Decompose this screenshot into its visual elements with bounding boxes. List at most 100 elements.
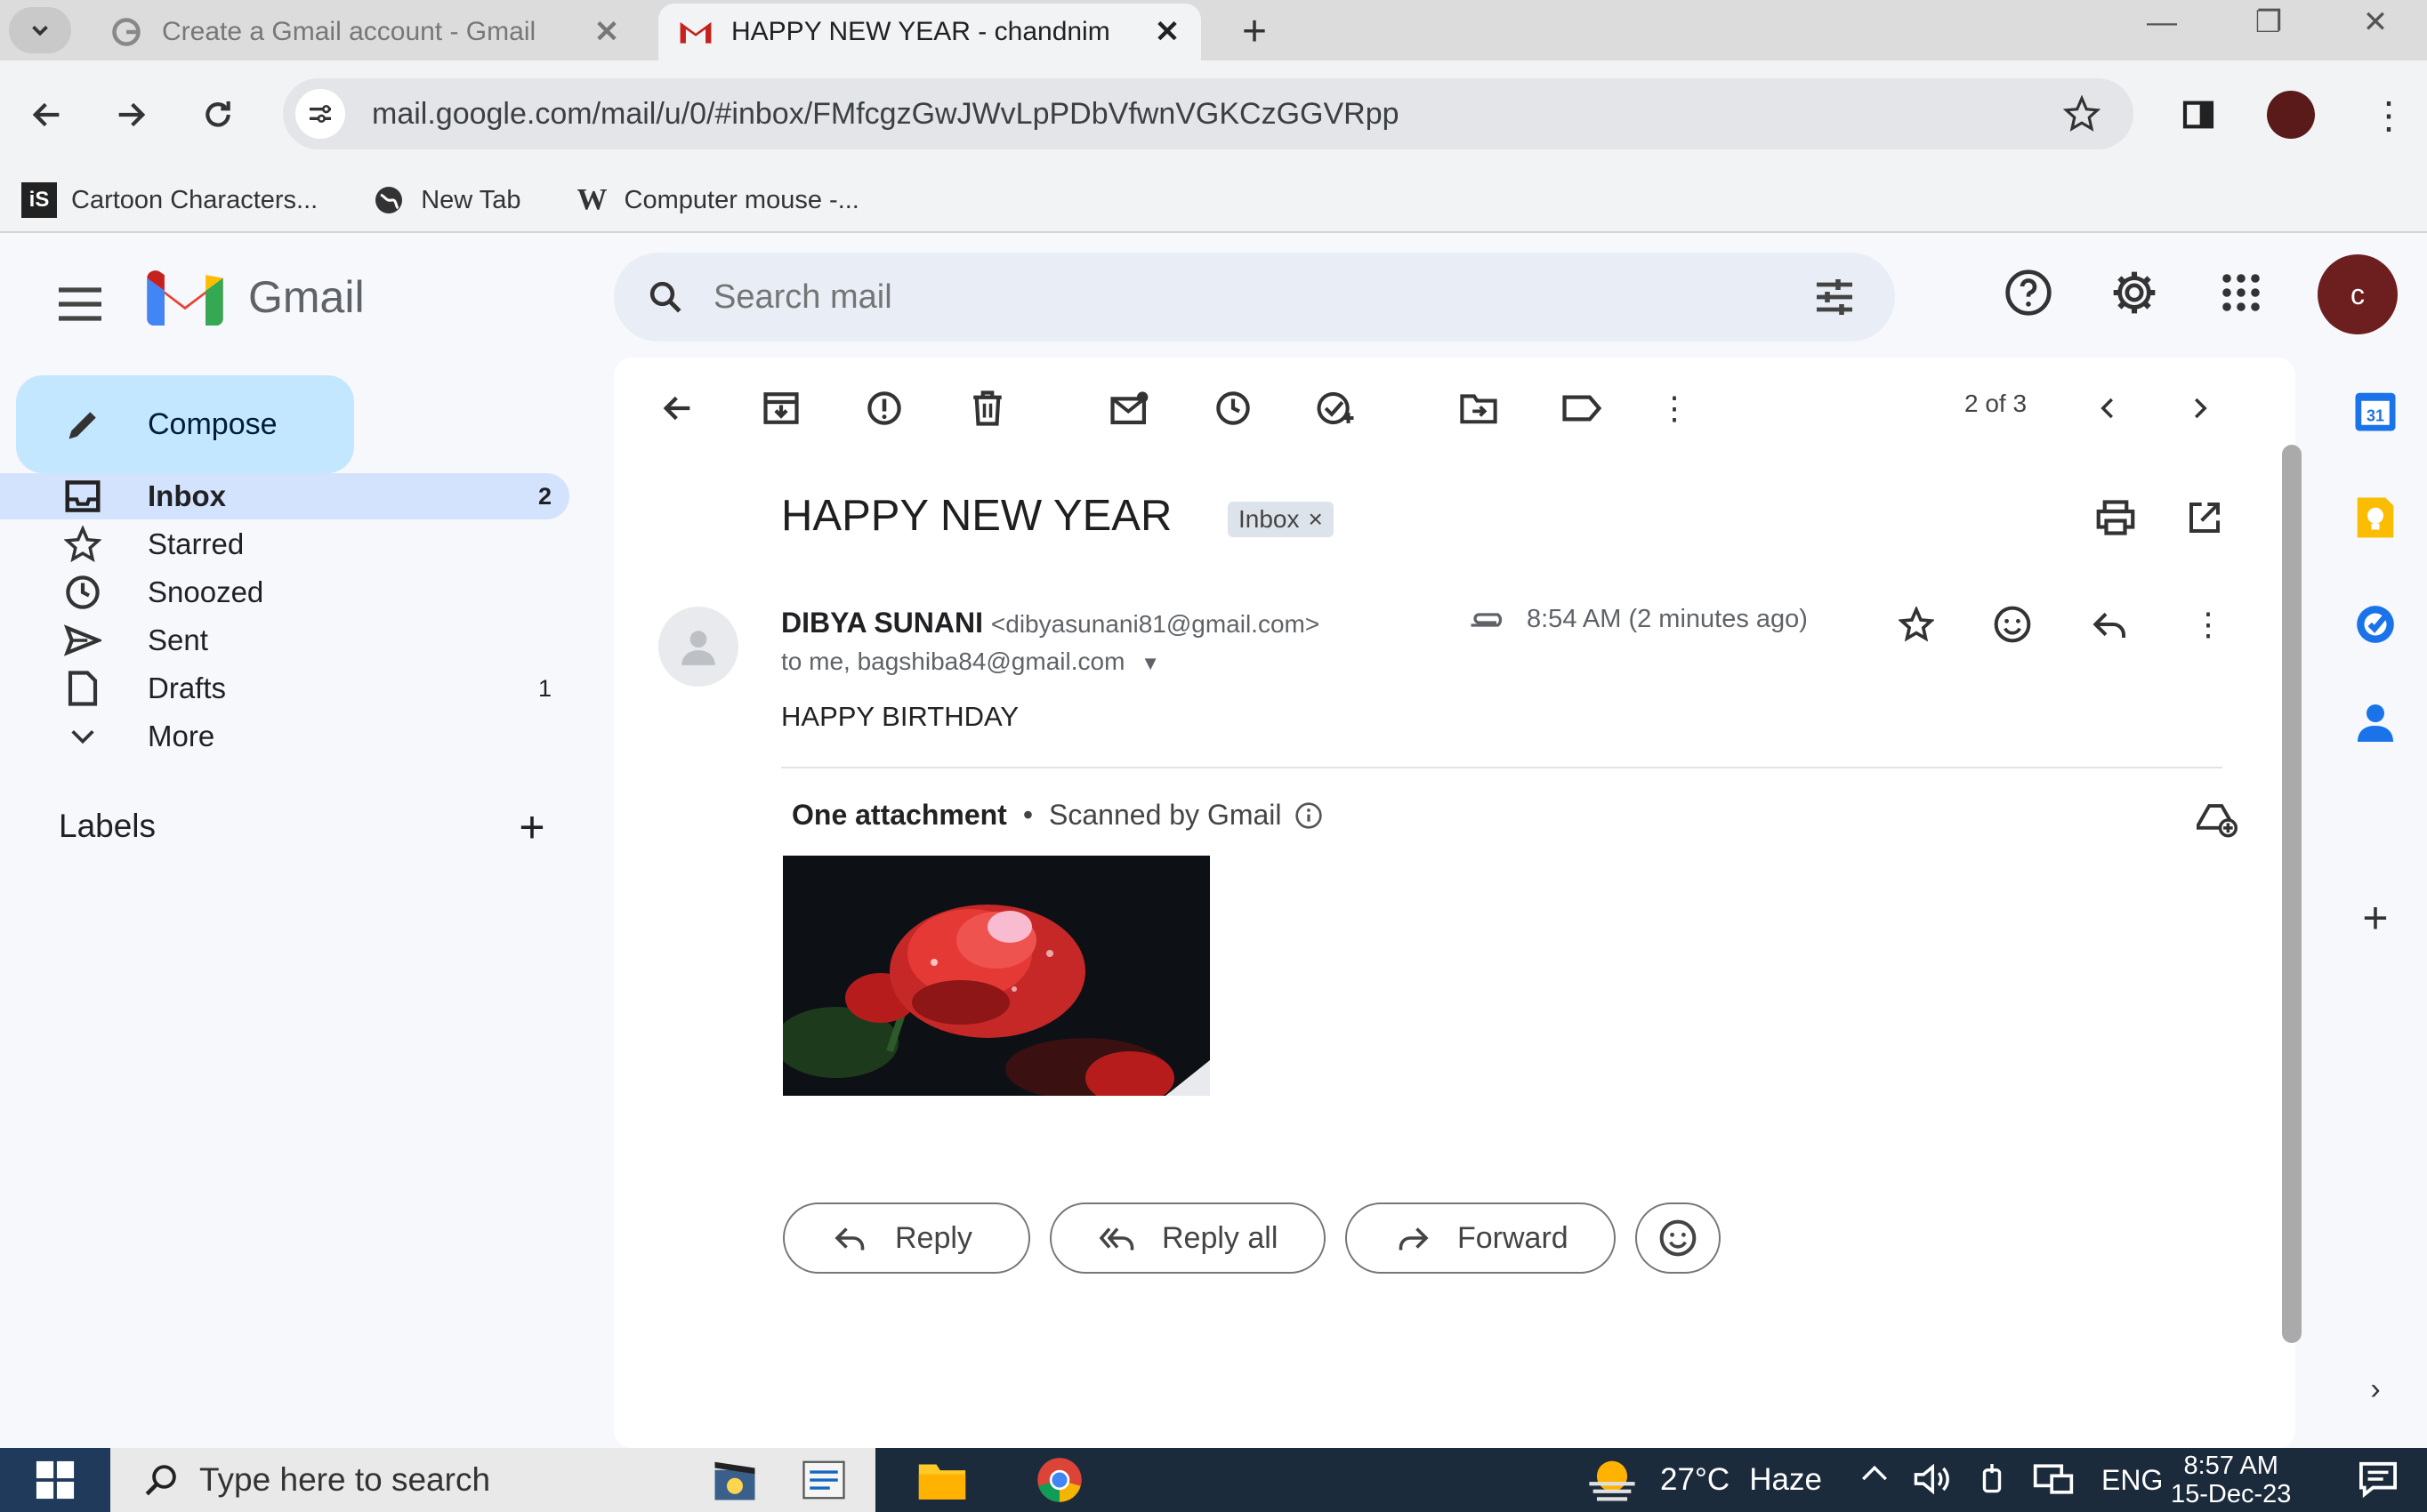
clock-icon [60, 570, 105, 615]
tasks-icon[interactable] [2349, 598, 2402, 651]
caret-down-icon[interactable]: ▼ [1141, 652, 1160, 674]
calendar-icon[interactable]: 31 [2349, 384, 2402, 438]
compose-button[interactable]: Compose [16, 375, 354, 473]
keep-icon[interactable] [2349, 491, 2402, 544]
mark-unread-icon[interactable] [1101, 380, 1158, 437]
close-window-icon[interactable]: ✕ [2340, 0, 2411, 44]
reply-icon[interactable] [2082, 596, 2139, 653]
open-in-new-window-icon[interactable] [2176, 489, 2233, 546]
sidebar-item-inbox[interactable]: Inbox 2 [0, 473, 569, 519]
search-input[interactable] [714, 277, 1692, 317]
sidebar-item-sent[interactable]: Sent [0, 617, 569, 664]
recipients[interactable]: to me, bagshiba84@gmail.com ▼ [781, 647, 1160, 676]
account-avatar[interactable]: c [2318, 254, 2398, 334]
network-icon[interactable] [2032, 1462, 2075, 1496]
inbox-icon [60, 474, 105, 519]
google-apps-icon[interactable] [2210, 261, 2272, 324]
sidebar-item-more[interactable]: More [0, 713, 569, 760]
inbox-label-chip[interactable]: Inbox × [1228, 502, 1334, 537]
sender-avatar[interactable] [658, 607, 738, 687]
show-hidden-icons-icon[interactable] [1859, 1462, 1890, 1484]
side-panel-rail: 31 + › [2304, 358, 2427, 1448]
windows-start-icon[interactable] [0, 1448, 110, 1512]
address-bar[interactable]: mail.google.com/mail/u/0/#inbox/FMfcgzGw… [283, 78, 2133, 149]
sidebar-item-drafts[interactable]: Drafts 1 [0, 665, 569, 712]
delete-icon[interactable] [959, 380, 1016, 437]
label-icon[interactable] [1553, 380, 1610, 437]
sender-line[interactable]: DIBYA SUNANI <dibyasunani81@gmail.com> [781, 607, 1319, 639]
report-spam-icon[interactable] [856, 380, 913, 437]
emoji-react-button[interactable] [1635, 1202, 1721, 1274]
browser-tab-create-account[interactable]: Create a Gmail account - Gmail ✕ [89, 4, 641, 60]
settings-gear-icon[interactable] [2103, 261, 2165, 324]
tab-search-button[interactable] [9, 7, 71, 53]
snooze-icon[interactable] [1205, 380, 1262, 437]
remove-label-icon[interactable]: × [1309, 505, 1323, 534]
browser-menu-icon[interactable]: ⋮ [2358, 84, 2420, 146]
print-icon[interactable] [2087, 489, 2144, 546]
restore-icon[interactable]: ❐ [2233, 0, 2304, 44]
close-tab-icon[interactable]: ✕ [1149, 14, 1185, 50]
new-tab-button[interactable]: + [1232, 8, 1277, 55]
forward-button[interactable]: Forward [1345, 1202, 1616, 1274]
reply-all-button[interactable]: Reply all [1050, 1202, 1326, 1274]
power-icon[interactable] [1977, 1462, 2007, 1496]
forward-icon[interactable] [100, 84, 162, 146]
archive-icon[interactable] [753, 380, 810, 437]
emoji-reaction-icon[interactable] [1984, 596, 2041, 653]
notifications-icon[interactable] [2358, 1460, 2399, 1498]
more-actions-icon[interactable]: ⋮ [1646, 380, 1703, 437]
minimize-icon[interactable]: — [2126, 0, 2197, 44]
browser-tab-gmail[interactable]: HAPPY NEW YEAR - chandnim ✕ [658, 4, 1201, 60]
weather-widget[interactable]: 27°C Haze [1584, 1459, 1822, 1501]
close-tab-icon[interactable]: ✕ [589, 14, 625, 50]
input-language[interactable]: ENG [2101, 1464, 2163, 1497]
expand-panel-icon[interactable]: › [2349, 1363, 2402, 1416]
bookmark-new-tab[interactable]: New Tab [371, 182, 521, 218]
add-to-drive-icon[interactable] [2189, 792, 2246, 848]
more-message-options-icon[interactable]: ⋮ [2180, 596, 2237, 653]
search-bar[interactable] [614, 253, 1895, 342]
add-label-button[interactable]: + [507, 802, 557, 852]
main-menu-icon[interactable] [44, 269, 116, 340]
scan-note: Scanned by Gmail [1049, 799, 1282, 831]
volume-icon[interactable] [1913, 1462, 1955, 1496]
sidebar-item-snoozed[interactable]: Snoozed [0, 569, 569, 615]
older-message-icon[interactable] [2171, 380, 2228, 437]
help-icon[interactable] [1997, 261, 2060, 324]
scrollbar[interactable] [2282, 445, 2302, 1343]
bookmark-cartoon-characters[interactable]: iS Cartoon Characters... [21, 182, 318, 218]
newer-message-icon[interactable] [2080, 380, 2137, 437]
sidebar: Compose Inbox 2 Starred Snoozed Sent Dra… [0, 358, 587, 1448]
attachment-thumbnail[interactable] [783, 856, 1210, 1096]
attachment-clip-icon [1471, 612, 1503, 627]
reload-icon[interactable] [187, 84, 249, 146]
star-message-icon[interactable] [1888, 596, 1945, 653]
notes-app-icon[interactable] [796, 1453, 851, 1507]
profile-avatar-icon[interactable] [2260, 84, 2322, 146]
bookmark-star-icon[interactable] [2057, 89, 2107, 139]
draft-icon [60, 666, 105, 711]
reply-button[interactable]: Reply [783, 1202, 1030, 1274]
search-icon[interactable] [641, 272, 690, 322]
search-options-icon[interactable] [1810, 272, 1859, 322]
istock-icon: iS [21, 182, 57, 218]
contacts-icon[interactable] [2349, 696, 2402, 749]
video-editor-icon[interactable] [707, 1453, 762, 1507]
file-explorer-icon[interactable] [915, 1453, 970, 1507]
bookmark-computer-mouse[interactable]: W Computer mouse -... [575, 182, 859, 218]
site-settings-icon[interactable] [295, 89, 345, 139]
back-to-inbox-icon[interactable] [649, 380, 706, 437]
system-clock[interactable]: 8:57 AM 15-Dec-23 [2171, 1452, 2291, 1508]
side-panel-icon[interactable] [2167, 84, 2229, 146]
move-to-folder-icon[interactable] [1450, 380, 1507, 437]
get-addons-icon[interactable]: + [2349, 891, 2402, 945]
gmail-logo[interactable]: Gmail [147, 269, 365, 326]
chrome-icon[interactable] [1032, 1453, 1087, 1507]
sidebar-item-starred[interactable]: Starred [0, 521, 569, 567]
info-icon[interactable] [1294, 801, 1323, 830]
svg-text:31: 31 [2367, 406, 2384, 424]
wikipedia-icon: W [577, 183, 608, 216]
add-to-tasks-icon[interactable] [1308, 380, 1365, 437]
back-icon[interactable] [16, 84, 78, 146]
